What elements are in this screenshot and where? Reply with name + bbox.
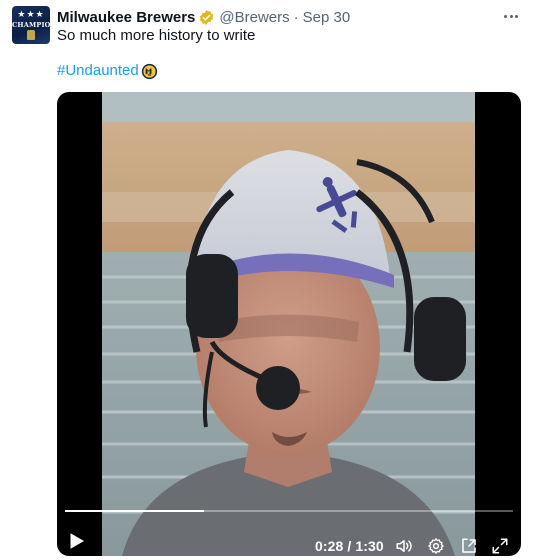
brewers-ball-glove-emoji-icon — [141, 63, 157, 79]
separator-dot: · — [293, 8, 299, 26]
avatar[interactable]: ★★★ CHAMPIONS — [12, 6, 50, 44]
video-frame — [102, 92, 475, 556]
more-options-icon[interactable] — [500, 8, 522, 24]
tweet-header: Milwaukee Brewers @Brewers · Sep 30 — [57, 7, 350, 27]
hashtag-line: #Undaunted — [57, 62, 158, 80]
picture-in-picture-icon[interactable] — [460, 537, 478, 555]
video-time-display: 0:28 / 1:30 — [315, 538, 384, 554]
trophy-icon — [27, 30, 35, 40]
tweet-card: ★★★ CHAMPIONS Milwaukee Brewers @Brewers… — [0, 0, 536, 560]
volume-icon[interactable] — [395, 537, 413, 555]
video-player[interactable]: 0:28 / 1:30 — [57, 92, 521, 556]
play-icon[interactable] — [69, 532, 85, 550]
tweet-date[interactable]: Sep 30 — [303, 9, 351, 26]
video-controls: 0:28 / 1:30 — [57, 502, 521, 556]
avatar-text: CHAMPIONS — [12, 21, 50, 29]
hashtag-link[interactable]: #Undaunted — [57, 62, 139, 80]
tweet-text: So much more history to write — [57, 27, 256, 44]
author-display-name[interactable]: Milwaukee Brewers — [57, 9, 195, 26]
video-progress-track[interactable] — [65, 510, 513, 512]
avatar-stars: ★★★ — [17, 9, 45, 19]
settings-gear-icon[interactable] — [427, 537, 445, 555]
author-handle[interactable]: @Brewers — [219, 9, 289, 26]
verified-badge-icon — [200, 9, 214, 25]
fullscreen-icon[interactable] — [491, 537, 509, 555]
video-progress-fill — [65, 510, 204, 512]
